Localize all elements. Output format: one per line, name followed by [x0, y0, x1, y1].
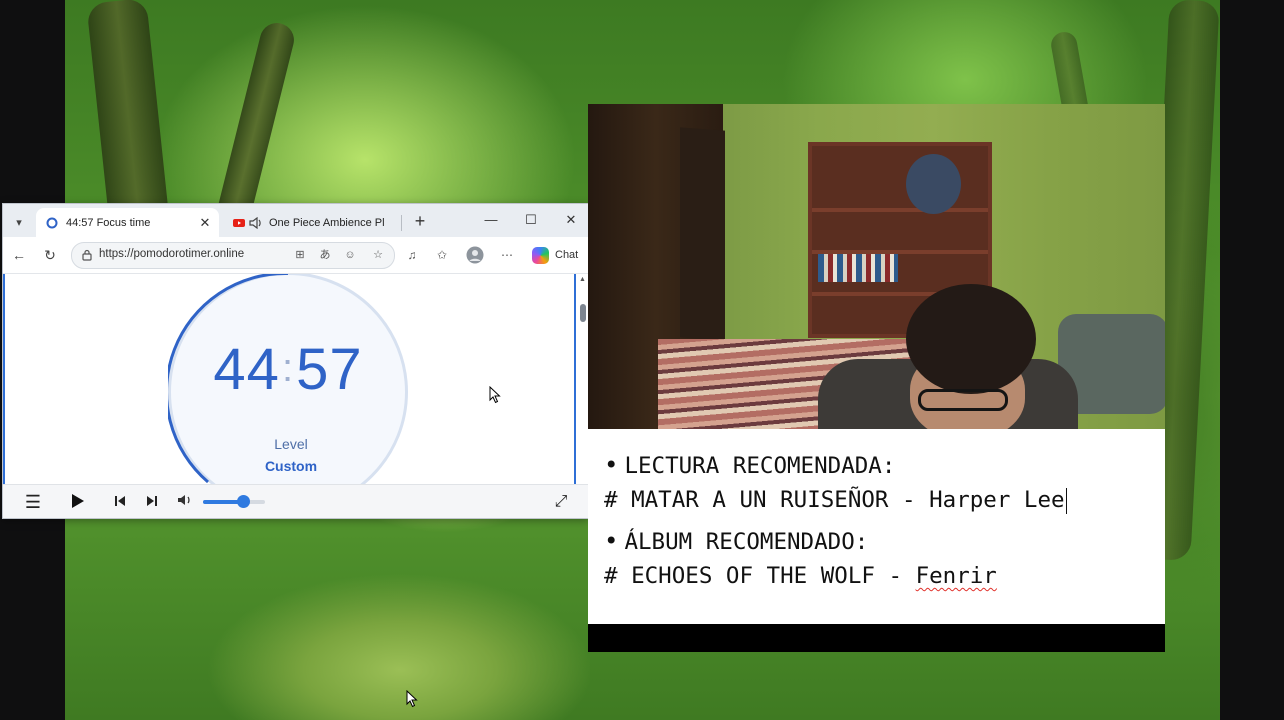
- text-caret: [1065, 487, 1067, 514]
- bullet: •: [604, 527, 619, 555]
- browser-window: ▾ 44:57 Focus time ✕ One Piece Ambience …: [2, 203, 589, 519]
- recommendations-panel: • LECTURA RECOMENDADA: # MATAR A UN RUISE…: [588, 429, 1165, 624]
- album-artist-misspelled: Fenrir: [915, 563, 997, 589]
- reading-title-line: # MATAR A UN RUISEÑOR - Harper Lee: [604, 487, 1067, 514]
- level-value[interactable]: Custom: [168, 458, 414, 474]
- album-heading: ÁLBUM RECOMENDADO:: [624, 529, 869, 555]
- chat-label: Chat: [555, 249, 579, 261]
- reading-heading: LECTURA RECOMENDADA:: [624, 453, 896, 479]
- scroll-up-icon[interactable]: ▲: [579, 276, 586, 283]
- volume-knob[interactable]: [237, 495, 251, 508]
- app-available-icon[interactable]: ⊞: [292, 247, 308, 263]
- more-options-icon[interactable]: ⋯: [498, 246, 516, 264]
- tab-focus-time[interactable]: 44:57 Focus time ✕: [36, 208, 219, 237]
- reading-title: # MATAR A UN RUISEÑOR - Harper Lee: [604, 487, 1065, 513]
- mouse-cursor-icon: [489, 386, 501, 404]
- person-hair-shape: [906, 284, 1036, 394]
- page-scrollbar[interactable]: ▲: [578, 274, 588, 484]
- new-tab-button[interactable]: +: [410, 209, 430, 233]
- level-label: Level: [274, 436, 308, 452]
- site-info-icon[interactable]: [81, 249, 93, 261]
- profile-avatar-icon[interactable]: [466, 246, 484, 264]
- scrollbar-thumb[interactable]: [580, 304, 586, 322]
- plush-toy-shape: [906, 154, 961, 214]
- volume-icon[interactable]: [175, 492, 195, 512]
- url-input[interactable]: https://pomodorotimer.online ⊞ あ ☺ ☆: [71, 242, 395, 269]
- tab-title: One Piece Ambience Pl: [269, 216, 385, 229]
- minimize-button[interactable]: —: [476, 208, 506, 232]
- url-text: https://pomodorotimer.online: [99, 248, 245, 260]
- page-content: 44:57 Level Custom ▲: [3, 274, 588, 484]
- speaker-icon[interactable]: [249, 216, 263, 229]
- mouse-cursor-icon: [406, 690, 418, 708]
- tab-bar: ▾ 44:57 Focus time ✕ One Piece Ambience …: [3, 204, 588, 237]
- album-heading-line: • ÁLBUM RECOMENDADO:: [604, 527, 868, 555]
- timer-colon: :: [281, 346, 295, 390]
- play-icon[interactable]: [67, 492, 87, 512]
- translate-icon[interactable]: あ: [317, 247, 333, 263]
- favorite-star-icon[interactable]: ☆: [370, 247, 386, 263]
- volume-slider[interactable]: [203, 495, 265, 508]
- glasses-shape: [918, 389, 1008, 411]
- tab-actions-chevron-icon[interactable]: ▾: [9, 212, 29, 232]
- close-window-button[interactable]: ✕: [556, 208, 586, 232]
- album-title-line: # ECHOES OF THE WOLF - Fenrir: [604, 563, 997, 589]
- tab-title: 44:57 Focus time: [66, 216, 151, 229]
- focus-border-right: [574, 274, 576, 484]
- forest-path: [110, 520, 590, 720]
- bullet: •: [604, 451, 619, 479]
- next-track-icon[interactable]: [142, 492, 162, 512]
- previous-track-icon[interactable]: [110, 492, 130, 512]
- refresh-icon[interactable]: ↻: [40, 245, 60, 265]
- address-bar-row: ← ↻ https://pomodorotimer.online ⊞ あ ☺ ☆…: [3, 237, 588, 274]
- right-black-bar: [1220, 0, 1284, 720]
- timer-minutes: 44: [213, 337, 280, 402]
- media-player-bar: ☰ ⤢: [3, 484, 588, 518]
- media-control-icon[interactable]: ♫: [403, 246, 421, 264]
- timer-seconds: 57: [296, 337, 363, 402]
- favorites-icon[interactable]: ✩: [433, 246, 451, 264]
- playlist-menu-icon[interactable]: ☰: [23, 492, 43, 512]
- reading-heading-line: • LECTURA RECOMENDADA:: [604, 451, 895, 479]
- open-door-shape: [680, 127, 725, 341]
- fullscreen-icon[interactable]: ⤢: [551, 492, 571, 512]
- tab-separator: [401, 215, 402, 231]
- tab-one-piece-ambience[interactable]: One Piece Ambience Pl: [223, 208, 401, 237]
- close-tab-icon[interactable]: ✕: [197, 215, 213, 231]
- album-title-prefix: # ECHOES OF THE WOLF -: [604, 563, 916, 589]
- back-arrow-icon[interactable]: ←: [9, 245, 29, 265]
- youtube-favicon-icon: [233, 218, 245, 227]
- timer-display: 44:57: [168, 336, 408, 403]
- notes-footer-bar: [588, 624, 1165, 652]
- focus-border-left: [3, 274, 5, 484]
- copilot-chat-button[interactable]: Chat: [528, 243, 583, 267]
- copilot-logo-icon: [532, 246, 549, 264]
- books-shape: [818, 254, 898, 282]
- webcam-feed: [588, 104, 1165, 429]
- timer-favicon-icon: [46, 217, 58, 228]
- tracking-prevention-icon[interactable]: ☺: [342, 247, 358, 263]
- maximize-button[interactable]: ☐: [516, 208, 546, 232]
